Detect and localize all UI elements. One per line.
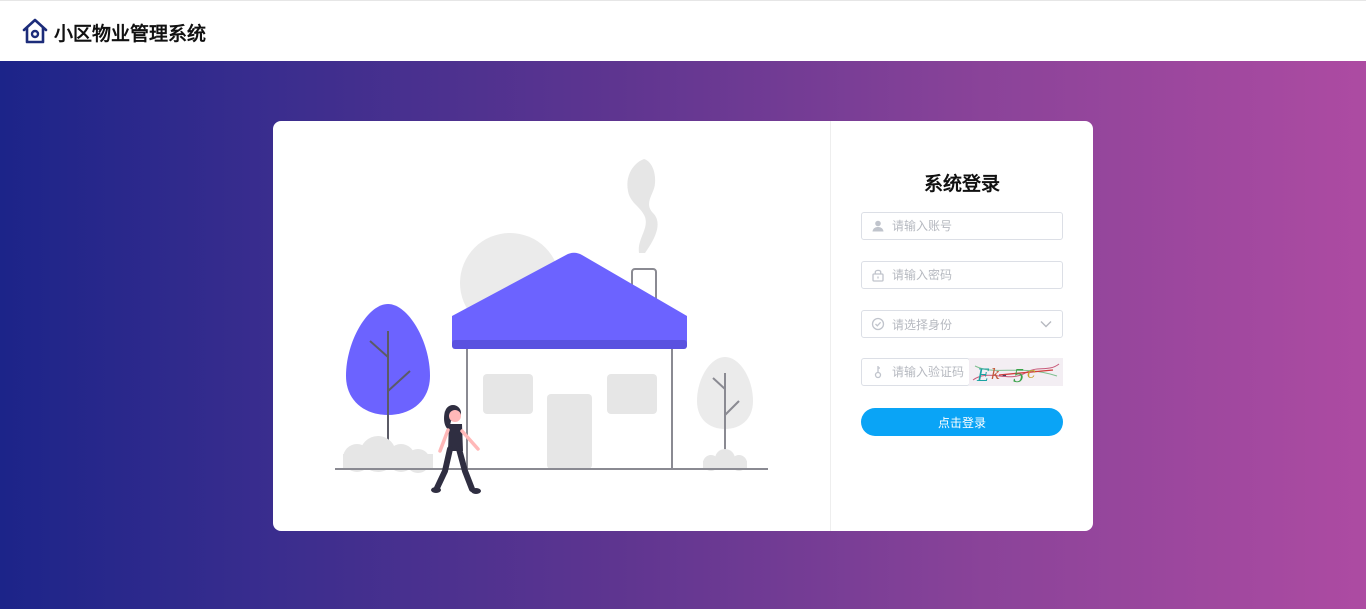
- app-title: 小区物业管理系统: [54, 23, 207, 45]
- captcha-char: -: [1002, 368, 1007, 383]
- home-icon: [22, 18, 48, 44]
- captcha-field[interactable]: [861, 358, 970, 386]
- login-title: 系统登录: [923, 173, 1000, 195]
- chevron-down-icon[interactable]: [1040, 318, 1052, 330]
- password-input[interactable]: [892, 262, 1052, 288]
- captcha-char: E: [976, 366, 990, 386]
- login-button[interactable]: 点击登录: [861, 408, 1063, 436]
- role-select[interactable]: 请选择身份: [861, 310, 1063, 338]
- login-card: 系统登录 请选择身份: [273, 121, 1093, 531]
- login-form: 系统登录 请选择身份: [861, 121, 1063, 531]
- user-icon: [872, 220, 884, 232]
- lock-icon: [872, 269, 884, 282]
- top-bar: 小区物业管理系统: [0, 0, 1366, 61]
- password-field[interactable]: [861, 261, 1063, 289]
- role-placeholder: 请选择身份: [892, 318, 953, 332]
- captcha-image[interactable]: E k - 5 c: [969, 358, 1063, 386]
- account-input[interactable]: [892, 213, 1052, 239]
- key-icon: [874, 366, 882, 379]
- circle-check-icon: [871, 317, 885, 331]
- captcha-input[interactable]: [892, 359, 967, 385]
- captcha-char: 5: [1013, 366, 1024, 386]
- captcha-char: c: [1027, 364, 1036, 382]
- captcha-char: k: [991, 365, 1000, 383]
- account-field[interactable]: [861, 212, 1063, 240]
- house-illustration: [335, 159, 768, 494]
- card-divider: [830, 121, 831, 531]
